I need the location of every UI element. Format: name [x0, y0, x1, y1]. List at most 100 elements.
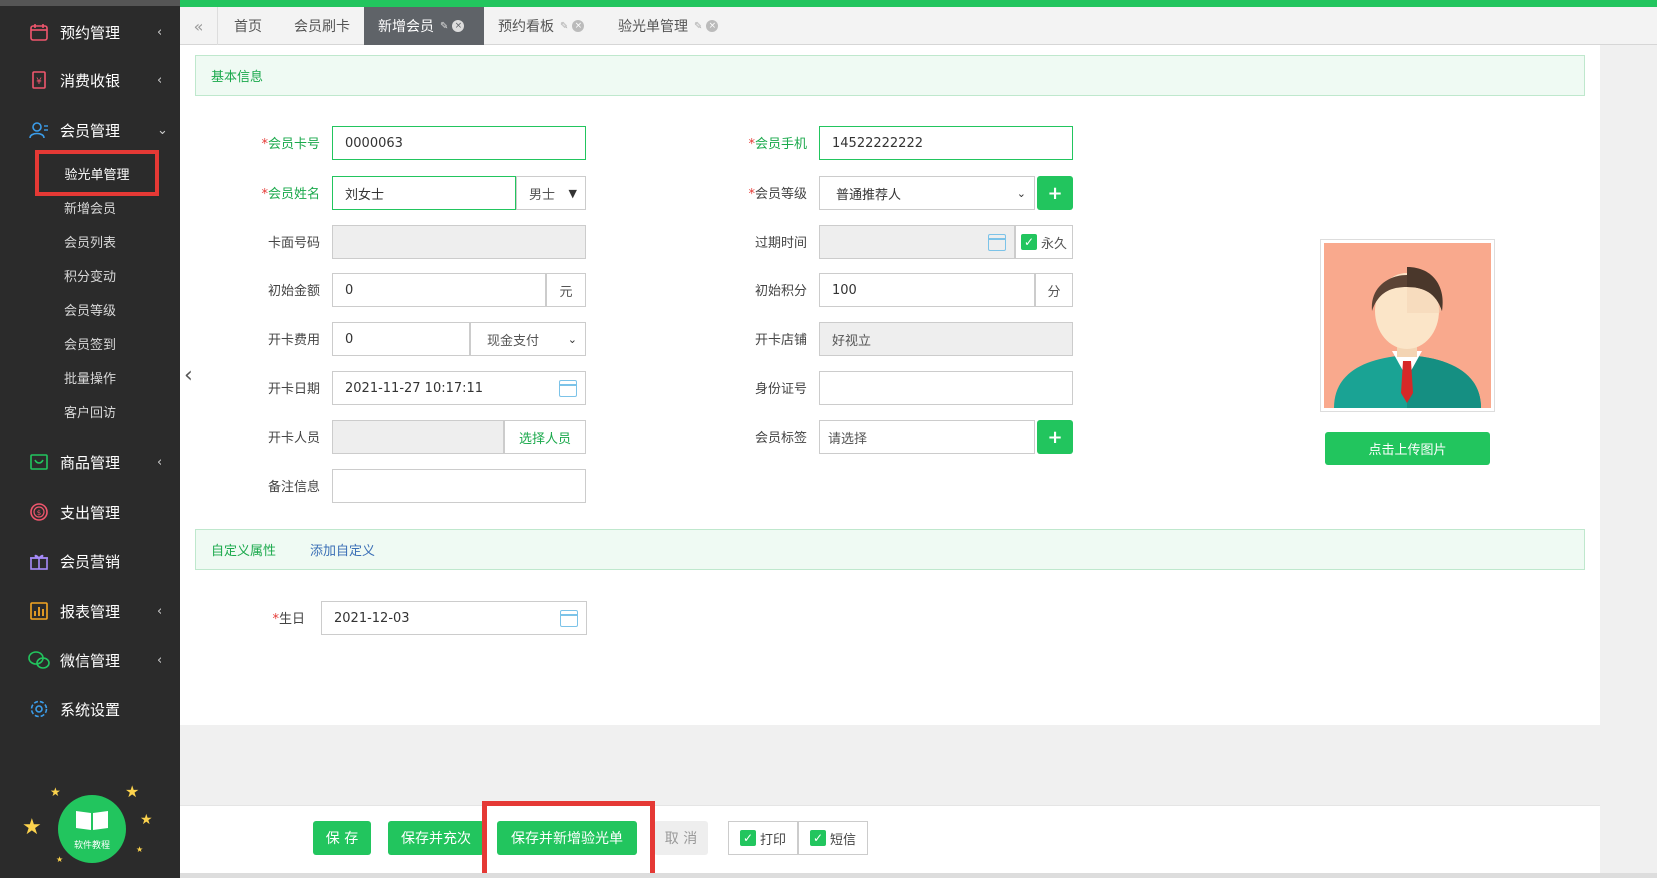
sidebar-item-label: 系统设置 [60, 700, 121, 719]
sidebar-item-expense[interactable]: $ 支出管理 [0, 492, 180, 532]
print-checkbox[interactable]: ✓ 打印 [728, 821, 798, 855]
pin-icon[interactable]: ✎ [560, 21, 568, 32]
chevron-down-icon: ⌄ [1016, 186, 1026, 200]
sidebar-subitem-new-member[interactable]: 新增会员 [0, 192, 180, 222]
calendar-icon[interactable] [559, 380, 577, 397]
save-button[interactable]: 保 存 [313, 821, 371, 855]
check-icon: ✓ [1020, 234, 1037, 250]
id-card-input[interactable] [819, 371, 1073, 405]
wechat-icon [28, 649, 50, 671]
tab-home[interactable]: 首页 [220, 7, 276, 45]
check-icon: ✓ [809, 830, 826, 846]
sidebar-item-label: 支出管理 [60, 503, 121, 522]
sidebar-item-appointment[interactable]: 预约管理 ‹ [0, 12, 180, 52]
pin-icon[interactable]: ✎ [440, 21, 448, 32]
add-custom-link[interactable]: 添加自定义 [310, 540, 375, 559]
tutorial-button[interactable]: 软件教程 [58, 795, 126, 863]
avatar-image [1324, 243, 1491, 408]
close-icon[interactable]: × [706, 20, 719, 32]
sidebar-item-settings[interactable]: 系统设置 [0, 689, 180, 729]
sidebar-subitem-signin[interactable]: 会员签到 [0, 328, 180, 358]
calendar-icon[interactable] [560, 610, 578, 627]
sidebar-subitem-batch[interactable]: 批量操作 [0, 362, 180, 392]
double-chevron-left-icon[interactable]: « [180, 7, 218, 45]
chevron-left-icon[interactable]: ‹ [184, 363, 193, 388]
section-title: 自定义属性 [211, 544, 277, 559]
tutorial-label: 软件教程 [73, 840, 110, 851]
gift-icon [28, 550, 50, 572]
sidebar-subitem-points[interactable]: 积分变动 [0, 260, 180, 290]
sidebar-item-members[interactable]: 会员管理 ⌄ [0, 110, 180, 150]
tags-select[interactable]: 请选择 [819, 420, 1035, 454]
open-fee-input[interactable]: 0 [332, 322, 470, 356]
tab-label: 会员刷卡 [294, 19, 350, 35]
select-staff-button[interactable]: 选择人员 [504, 420, 586, 454]
star-icon: ★ [125, 782, 140, 801]
init-points-label: 初始积分 [754, 284, 807, 299]
input-value: 0000063 [345, 135, 403, 151]
add-tag-button[interactable]: + [1037, 420, 1073, 454]
receipt-icon: ¥ [28, 69, 50, 91]
init-points-input[interactable]: 100 [819, 273, 1035, 307]
card-no-input[interactable]: 0000063 [332, 126, 586, 160]
sidebar-item-wechat[interactable]: 微信管理 ‹ [0, 640, 180, 680]
sidebar-subitem-visit[interactable]: 客户回访 [0, 396, 180, 426]
tags-label: 会员标签 [754, 431, 807, 446]
remark-input[interactable] [332, 469, 586, 503]
tab-bar: « 首页 会员刷卡 新增会员 ✎ × 预约看板 ✎ × 验光单管理 ✎ × [180, 7, 1657, 45]
calendar-icon[interactable] [988, 234, 1006, 251]
init-amount-label: 初始金额 [267, 284, 320, 299]
open-staff-label: 开卡人员 [267, 431, 320, 446]
chevron-left-icon: ‹ [157, 652, 163, 668]
open-staff-input[interactable] [332, 420, 504, 454]
expense-icon: $ [28, 501, 50, 523]
init-amount-input[interactable]: 0 [332, 273, 546, 307]
tab-label: 预约看板 [498, 19, 554, 35]
sidebar-item-cashier[interactable]: ¥ 消费收银 ‹ [0, 60, 180, 100]
add-level-button[interactable]: + [1037, 176, 1073, 210]
sms-checkbox[interactable]: ✓ 短信 [798, 821, 868, 855]
product-icon [28, 451, 50, 473]
input-value: 刘女士 [345, 187, 385, 203]
phone-label: *会员手机 [748, 137, 807, 152]
sidebar-subitem-level[interactable]: 会员等级 [0, 294, 180, 324]
close-icon[interactable]: × [572, 20, 585, 32]
sidebar-subitem-optometry[interactable]: 验光单管理 [35, 150, 159, 196]
tab-member-swipe[interactable]: 会员刷卡 [280, 7, 364, 45]
sidebar-item-reports[interactable]: 报表管理 ‹ [0, 591, 180, 631]
card-no-label: *会员卡号 [261, 137, 320, 152]
upload-image-button[interactable]: 点击上传图片 [1325, 432, 1490, 465]
level-label: *会员等级 [748, 187, 807, 202]
pay-method-select[interactable]: 现金支付 ⌄ [470, 322, 586, 356]
sidebar-item-products[interactable]: 商品管理 ‹ [0, 442, 180, 482]
expire-input[interactable] [819, 225, 1015, 259]
input-value: 0 [345, 331, 354, 347]
top-accent-bar [180, 0, 1657, 7]
custom-attr-header: 自定义属性 添加自定义 [195, 529, 1585, 570]
pin-icon[interactable]: ✎ [694, 21, 702, 32]
open-store-input[interactable]: 好视立 [819, 322, 1073, 356]
name-input[interactable]: 刘女士 [332, 176, 516, 210]
sidebar-item-label: 会员营销 [60, 552, 121, 571]
chevron-down-icon: ⌄ [567, 332, 577, 346]
tab-new-member[interactable]: 新增会员 ✎ × [364, 7, 484, 45]
tab-optometry[interactable]: 验光单管理 ✎ × [604, 7, 732, 45]
forever-checkbox[interactable]: ✓ 永久 [1015, 225, 1073, 259]
level-select[interactable]: 普通推荐人 ⌄ [819, 176, 1035, 210]
input-value: 0 [345, 282, 354, 298]
open-date-input[interactable]: 2021-11-27 10:17:11 [332, 371, 586, 405]
forever-label: 永久 [1040, 236, 1067, 252]
star-icon: ★ [22, 815, 42, 840]
star-icon: ★ [50, 785, 61, 799]
birthday-input[interactable]: 2021-12-03 [321, 601, 587, 635]
points-unit: 分 [1035, 273, 1073, 307]
sidebar-item-marketing[interactable]: 会员营销 [0, 541, 180, 581]
face-no-input[interactable] [332, 225, 586, 259]
save-recharge-button[interactable]: 保存并充次 [388, 821, 484, 855]
phone-input[interactable]: 14522222222 [819, 126, 1073, 160]
sidebar-subitem-member-list[interactable]: 会员列表 [0, 226, 180, 256]
tab-appointment-board[interactable]: 预约看板 ✎ × [484, 7, 598, 45]
gender-select[interactable]: 男士 ▼ [516, 176, 586, 210]
cancel-button[interactable]: 取 消 [654, 821, 708, 855]
close-icon[interactable]: × [452, 20, 465, 32]
